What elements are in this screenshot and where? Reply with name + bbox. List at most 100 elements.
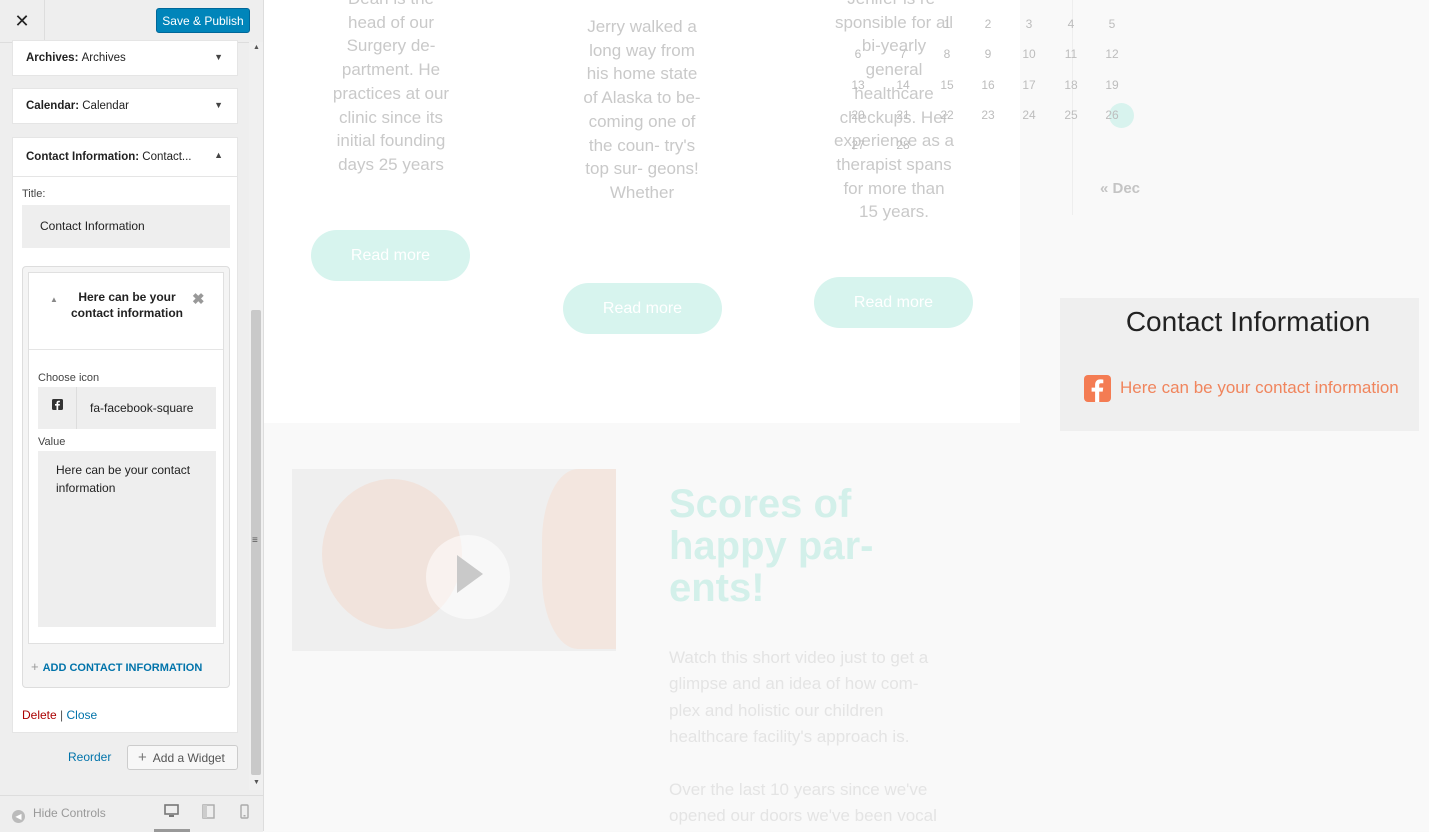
calendar-day: 24 [1022,108,1036,122]
collapse-arrow-icon[interactable]: ▲ [214,150,223,160]
paragraph-line: glimpse and an idea of how com- [669,674,919,694]
value-label: Value [38,436,66,448]
calendar-day: 1 [943,17,951,31]
headline-line: happy par- [669,524,874,568]
contact-item-title: Here can be your contact information [70,290,183,320]
calendar-day: 9 [984,47,992,61]
calendar-day: 15 [940,78,954,92]
calendar-day: 28 [896,138,910,152]
calendar-day: 2 [984,17,992,31]
scroll-up-icon[interactable]: ▲ [253,44,260,51]
paragraph-line: Watch this short video just to get a [669,648,929,667]
facebook-square-icon [1084,375,1111,402]
headline-line: ents! [669,566,765,610]
close-customizer-button[interactable]: ✕ [0,0,45,42]
hide-controls-label: Hide Controls [33,806,106,820]
widget-title: Contact... [142,151,192,163]
collapse-arrow-icon[interactable]: ▲ [50,295,58,304]
calendar-day: 3 [1025,17,1033,31]
calendar-day: 10 [1022,47,1036,61]
calendar-day: 22 [940,108,954,122]
calendar-day: 17 [1022,78,1036,92]
mobile-preview-icon[interactable] [240,804,249,822]
reorder-link[interactable]: Reorder [68,750,111,764]
read-more-button[interactable]: Read more [814,277,973,328]
customizer-header: ✕ Save & Publish [0,0,263,43]
doctors-section: Dean is the head of our Surgery de- part… [264,0,1020,423]
save-publish-button[interactable]: Save & Publish [156,8,250,33]
paragraph-line: plex and holistic our children [669,700,884,720]
add-widget-button[interactable]: + Add a Widget [127,745,238,770]
widget-title: Archives [81,52,126,64]
collapse-circle-icon: ◀ [12,810,25,823]
delete-link[interactable]: Delete [22,708,57,722]
headline-line: Scores of [669,482,852,526]
read-more-button[interactable]: Read more [311,230,470,281]
expand-arrow-icon[interactable]: ▼ [214,100,223,110]
plus-icon: + [31,659,39,674]
close-link[interactable]: Close [67,708,98,722]
tablet-preview-icon[interactable] [202,804,215,822]
calendar-day: 18 [1064,78,1078,92]
widget-name: Calendar [26,100,76,112]
separator: | [60,708,64,722]
expand-arrow-icon[interactable]: ▼ [214,52,223,62]
contact-widget-title: Contact Information [1125,306,1371,337]
doctor-bio: Dean is the head of our Surgery de- part… [332,0,450,174]
widget-name: Contact Information [26,151,136,163]
calendar-day: 19 [1105,78,1119,92]
plus-icon: + [138,749,147,766]
hide-controls-button[interactable]: ◀ Hide Controls [12,806,106,823]
section-paragraph: Watch this short video just to get a gli… [669,645,928,750]
read-more-button[interactable]: Read more [563,283,722,334]
calendar-day: 26 [1105,108,1119,122]
calendar-day: 13 [851,78,865,92]
remove-item-icon[interactable]: ✖ [192,290,205,308]
widget-header[interactable]: Contact Information: Contact... ▲ [13,138,237,177]
choose-icon-label: Choose icon [38,372,100,384]
customizer-sidebar: ✕ Save & Publish Archives: Archives ▼ Ca… [0,0,264,832]
widget-contact-information: Contact Information: Contact... ▲ Title:… [12,137,238,733]
contact-info-link[interactable]: Here can be your contact information [1120,378,1399,398]
contact-repeater: ▲ Here can be your contact information ✖… [22,266,230,688]
paragraph-line: Over the last 10 years since we've [669,780,928,799]
calendar-prev-month-link[interactable]: « Dec [1100,180,1140,197]
section-paragraph: Over the last 10 years since we've opene… [669,777,937,830]
contact-information-widget: Contact Information Here can be your con… [1060,298,1419,431]
add-widget-label: Add a Widget [152,751,225,765]
calendar-day: 20 [851,108,865,122]
contact-item: ▲ Here can be your contact information ✖… [28,272,224,644]
calendar-day: 6 [854,47,862,61]
icon-value: fa-facebook-square [90,401,194,415]
widget-archives[interactable]: Archives: Archives ▼ [12,40,238,76]
calendar-day: 8 [943,47,951,61]
facebook-square-icon [38,387,77,429]
icon-select[interactable]: fa-facebook-square [38,387,216,429]
calendar-day: 4 [1067,17,1075,31]
contact-item-header[interactable]: ▲ Here can be your contact information ✖ [29,273,223,350]
section-headline: Scores of happy par- ents! [669,483,873,609]
doctor-image [542,469,616,649]
calendar-day: 27 [851,138,865,152]
desktop-preview-icon[interactable] [164,804,179,821]
widget-calendar[interactable]: Calendar: Calendar ▼ [12,88,238,124]
play-icon[interactable] [457,555,483,593]
add-contact-label: ADD CONTACT INFORMATION [42,662,203,674]
widget-title: Calendar [82,100,129,112]
calendar-day: 23 [981,108,995,122]
title-input[interactable]: Contact Information [22,205,230,248]
calendar-day: 25 [1064,108,1078,122]
add-contact-information-button[interactable]: + ADD CONTACT INFORMATION [31,659,202,674]
resize-handle-icon[interactable]: ≡ [252,535,258,546]
paragraph-line: healthcare facility's approach is. [669,726,910,746]
calendar-day: 21 [896,108,910,122]
calendar-day: 12 [1105,47,1119,61]
close-icon: ✕ [14,11,30,31]
value-textarea[interactable]: Here can be your contact information [38,451,216,627]
scroll-down-icon[interactable]: ▼ [253,779,260,786]
calendar-day: 7 [899,47,907,61]
widget-name: Archives [26,52,75,64]
customizer-footer: ◀ Hide Controls [0,795,263,832]
calendar-day: 14 [896,78,910,92]
calendar-day: 5 [1108,17,1116,31]
